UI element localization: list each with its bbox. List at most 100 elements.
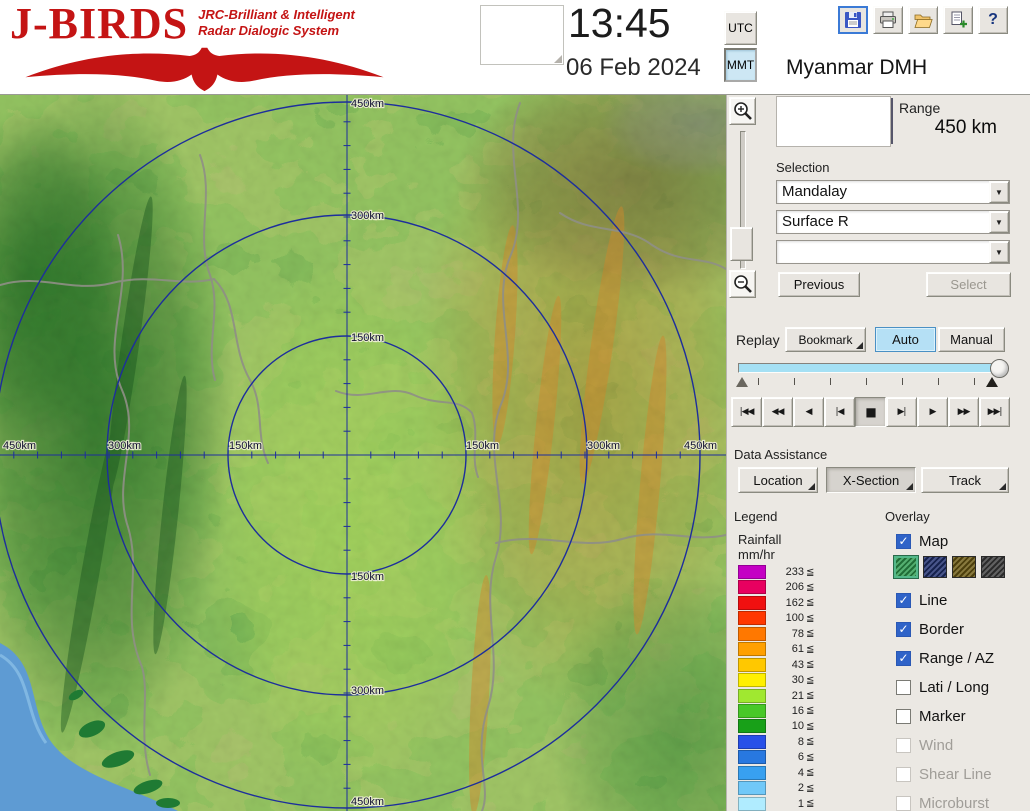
overlay-item-lati-long[interactable]: Lati / Long [896, 677, 994, 697]
step-forward-button[interactable]: ▶| [886, 397, 917, 427]
radar-map[interactable]: 450km300km150km150km300km450km450km300km… [0, 95, 726, 811]
overlay-label: Shear Line [919, 766, 992, 783]
range-label: Range [899, 100, 940, 116]
site-select[interactable]: Mandalay ▼ [776, 180, 1010, 204]
legend-lte-symbol: ≦ [806, 798, 814, 809]
overlay-item-border[interactable]: ✓ Border [896, 619, 994, 639]
range-value: 450 km [877, 117, 997, 139]
extra-select[interactable]: ▼ [776, 240, 1010, 264]
zoom-slider-thumb[interactable] [730, 227, 753, 261]
save-button[interactable] [838, 6, 868, 34]
overlay-label: Map [919, 533, 948, 550]
legend-color-swatch [738, 658, 766, 672]
overlay-item-microburst[interactable]: Microburst [896, 793, 994, 811]
range-label: 300km [351, 210, 384, 222]
legend-value: 4 [772, 767, 804, 779]
map-color-dark-gray[interactable] [981, 556, 1005, 578]
mmt-button[interactable]: MMT [724, 48, 757, 82]
legend-color-swatch [738, 673, 766, 687]
check-icon: ✓ [898, 652, 908, 664]
legend-lte-symbol: ≦ [806, 582, 814, 593]
checkbox[interactable]: ✓ [896, 622, 911, 637]
checkbox[interactable] [896, 767, 911, 782]
legend-lte-symbol: ≦ [806, 690, 814, 701]
legend-color-swatch [738, 797, 766, 811]
play-reverse-button[interactable]: ◀ [793, 397, 824, 427]
legend-row: 43≦ [738, 658, 814, 672]
check-icon: ✓ [898, 594, 908, 606]
range-label: 450km [351, 796, 384, 808]
map-color-olive[interactable] [952, 556, 976, 578]
bookmark-button[interactable]: Bookmark [785, 327, 866, 352]
fast-rewind-button[interactable]: ◀◀ [762, 397, 793, 427]
overlay-item-shear-line[interactable]: Shear Line [896, 764, 994, 784]
replay-tick [866, 378, 867, 385]
open-file-button[interactable] [908, 6, 938, 34]
overlay-item-line[interactable]: ✓Line [896, 590, 994, 610]
product-select[interactable]: Surface R ▼ [776, 210, 1010, 234]
map-checkbox[interactable]: ✓ [896, 534, 911, 549]
map-color-green[interactable] [894, 556, 918, 578]
location-button[interactable]: Location [738, 467, 818, 493]
legend-lte-symbol: ≦ [806, 705, 814, 716]
x-section-button[interactable]: X-Section [826, 467, 916, 493]
manual-button[interactable]: Manual [938, 327, 1005, 352]
print-button[interactable] [873, 6, 903, 34]
x-section-label: X-Section [843, 473, 899, 488]
dropdown-arrow-icon[interactable]: ▼ [989, 181, 1009, 203]
legend-row: 16≦ [738, 704, 814, 718]
dropdown-arrow-icon[interactable]: ▼ [989, 241, 1009, 263]
display-mode-box [776, 96, 891, 147]
checkbox[interactable] [896, 680, 911, 695]
select-button[interactable]: Select [926, 272, 1011, 297]
range-label: 150km [351, 571, 384, 583]
fast-forward-button[interactable]: ▶▶ [948, 397, 979, 427]
checkbox[interactable]: ✓ [896, 651, 911, 666]
zoom-in-button[interactable] [729, 97, 756, 125]
track-button[interactable]: Track [921, 467, 1009, 493]
legend-value: 8 [772, 736, 804, 748]
utc-button[interactable]: UTC [724, 11, 757, 45]
open-folder-icon [914, 12, 933, 29]
skip-to-start-button[interactable]: |◀◀ [731, 397, 762, 427]
logo-tagline-line1: JRC-Brilliant & Intelligent [198, 7, 355, 23]
overlay-label: Border [919, 621, 964, 638]
legend-value: 162 [772, 597, 804, 609]
replay-tick [794, 378, 795, 385]
map-color-navy[interactable] [923, 556, 947, 578]
zoom-in-icon [732, 100, 754, 122]
legend-color-swatch [738, 781, 766, 795]
step-back-button[interactable]: |◀ [824, 397, 855, 427]
overlay-item-marker[interactable]: Marker [896, 706, 994, 726]
jbirds-logo: J-BIRDS JRC-Brilliant & Intelligent Rada… [10, 2, 410, 94]
auto-button[interactable]: Auto [875, 327, 936, 352]
previous-button[interactable]: Previous [778, 272, 860, 297]
overlay-item-range-az[interactable]: ✓Range / AZ [896, 648, 994, 668]
logo-tagline-line2: Radar Dialogic System [198, 23, 355, 39]
legend-row: 6≦ [738, 750, 814, 764]
legend-lte-symbol: ≦ [806, 783, 814, 794]
skip-to-end-button[interactable]: ▶▶| [979, 397, 1010, 427]
dropdown-arrow-icon[interactable]: ▼ [989, 211, 1009, 233]
logo-tagline: JRC-Brilliant & Intelligent Radar Dialog… [198, 7, 355, 39]
legend-row: 61≦ [738, 642, 814, 656]
range-label: 150km [229, 440, 262, 452]
play-button[interactable]: ▶ [917, 397, 948, 427]
checkbox[interactable] [896, 709, 911, 724]
legend-row: 162≦ [738, 596, 814, 610]
legend-color-swatch [738, 689, 766, 703]
checkbox[interactable] [896, 796, 911, 811]
zoom-out-button[interactable] [729, 270, 756, 298]
replay-slider-knob[interactable] [990, 359, 1009, 378]
overlay-item-wind[interactable]: Wind [896, 735, 994, 755]
overlay-label: Microburst [919, 795, 989, 811]
checkbox[interactable] [896, 738, 911, 753]
legend-value: 6 [772, 751, 804, 763]
overlay-item-map[interactable]: ✓ Map [896, 531, 948, 551]
replay-slider-track[interactable] [738, 363, 1006, 373]
help-button[interactable]: ? [978, 6, 1008, 34]
checkbox[interactable]: ✓ [896, 593, 911, 608]
export-button[interactable] [943, 6, 973, 34]
legend-lte-symbol: ≦ [806, 767, 814, 778]
stop-button[interactable]: ■ [855, 397, 886, 427]
